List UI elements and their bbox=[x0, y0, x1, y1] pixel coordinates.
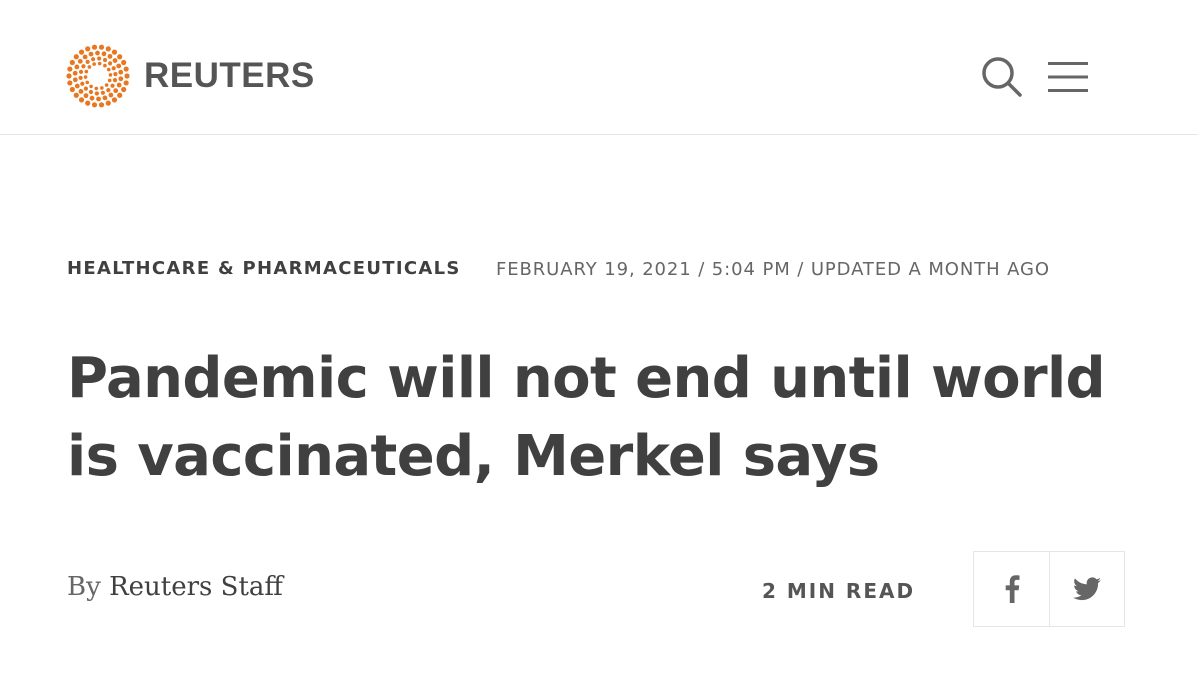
share-buttons bbox=[973, 551, 1125, 627]
logo-dot bbox=[85, 46, 91, 52]
logo-dot bbox=[102, 57, 108, 63]
twitter-icon bbox=[1073, 577, 1101, 601]
logo-dot bbox=[112, 58, 118, 63]
logo-dot bbox=[87, 65, 92, 69]
logo-dot bbox=[72, 77, 78, 83]
logo-dot bbox=[77, 58, 83, 64]
logo-dot bbox=[83, 86, 88, 91]
logo-dot bbox=[107, 78, 112, 83]
logo-dot bbox=[123, 80, 129, 86]
logo-dot bbox=[101, 51, 107, 57]
logo-dot bbox=[100, 86, 104, 90]
logo-dot bbox=[78, 69, 84, 74]
logo-dot bbox=[105, 100, 111, 106]
logo-dot bbox=[83, 75, 88, 79]
logo-dot bbox=[92, 62, 96, 66]
logo-dot bbox=[103, 63, 107, 68]
logo-dot bbox=[112, 78, 118, 83]
logo-dot bbox=[116, 63, 122, 69]
logo-dot bbox=[95, 50, 100, 56]
facebook-icon bbox=[1005, 575, 1019, 603]
logo-dot bbox=[67, 66, 73, 72]
logo-dot bbox=[123, 66, 129, 72]
author-link[interactable]: Reuters Staff bbox=[109, 572, 283, 602]
logo-dot bbox=[102, 95, 108, 101]
logo-dot bbox=[91, 102, 98, 108]
logo-dot bbox=[73, 54, 79, 60]
logo-dot bbox=[113, 72, 118, 77]
logo-dot bbox=[84, 69, 89, 74]
facebook-share-button[interactable] bbox=[974, 552, 1049, 626]
category-link[interactable]: HEALTHCARE & PHARMACEUTICALS bbox=[67, 258, 461, 279]
logo-dot bbox=[117, 92, 123, 98]
brand-name: REUTERS bbox=[144, 56, 315, 95]
logo-dot bbox=[73, 92, 79, 98]
hamburger-menu-icon[interactable] bbox=[1048, 60, 1088, 94]
logo-dot bbox=[72, 70, 78, 76]
logo-dot bbox=[78, 49, 85, 55]
search-icon[interactable] bbox=[981, 56, 1023, 98]
logo-dot bbox=[81, 64, 86, 69]
logo-dot bbox=[83, 93, 89, 99]
logo-dot bbox=[88, 89, 94, 95]
logo-dot bbox=[69, 86, 75, 93]
logo-dot bbox=[89, 95, 95, 101]
logo-dot bbox=[97, 61, 102, 66]
logo-dot bbox=[111, 97, 118, 103]
reuters-dot-circle-logo-icon bbox=[66, 44, 130, 108]
logo-dot bbox=[69, 59, 75, 66]
logo-dot bbox=[85, 80, 90, 85]
logo-dot bbox=[97, 56, 102, 61]
logo-dot bbox=[78, 97, 85, 103]
logo-dot bbox=[98, 44, 105, 50]
logo-dot bbox=[85, 100, 91, 106]
logo-dot bbox=[111, 49, 118, 55]
logo-dot bbox=[111, 66, 116, 71]
logo-dot bbox=[78, 89, 84, 94]
logo-dot bbox=[108, 73, 113, 77]
logo-dot bbox=[74, 64, 80, 70]
logo-dot bbox=[118, 76, 124, 82]
logo-dot bbox=[108, 61, 113, 66]
logo-dot bbox=[91, 44, 98, 50]
logo-dot bbox=[91, 57, 96, 62]
logo-dot bbox=[110, 83, 115, 88]
logo-dot bbox=[80, 81, 85, 86]
logo-dot bbox=[117, 54, 123, 60]
read-time: 2 MIN READ bbox=[762, 579, 916, 603]
article-dateline: FEBRUARY 19, 2021 / 5:04 PM / UPDATED A … bbox=[496, 259, 1050, 280]
reuters-logo[interactable]: REUTERS bbox=[66, 44, 315, 108]
logo-dot bbox=[74, 83, 80, 89]
logo-dot bbox=[107, 53, 113, 59]
article-meta: HEALTHCARE & PHARMACEUTICALS bbox=[67, 258, 461, 279]
article-headline: Pandemic will not end until world is vac… bbox=[67, 346, 1106, 489]
byline-prefix: By bbox=[67, 572, 101, 602]
logo-dot bbox=[89, 84, 93, 89]
logo-dot bbox=[106, 88, 111, 93]
site-header: REUTERS bbox=[0, 0, 1198, 135]
logo-dot bbox=[124, 73, 130, 79]
logo-dot bbox=[108, 92, 114, 98]
logo-dot bbox=[100, 90, 105, 95]
logo-dot bbox=[98, 102, 105, 108]
logo-dot bbox=[66, 73, 72, 79]
logo-dot bbox=[105, 46, 111, 52]
logo-dot bbox=[96, 96, 101, 102]
logo-dot bbox=[113, 88, 119, 94]
logo-dot bbox=[116, 82, 122, 88]
twitter-share-button[interactable] bbox=[1049, 552, 1124, 626]
logo-dot bbox=[121, 86, 127, 93]
logo-dot bbox=[118, 69, 124, 75]
logo-dot bbox=[85, 59, 90, 64]
logo-dot bbox=[88, 51, 94, 57]
logo-dot bbox=[121, 59, 127, 66]
logo-dot bbox=[82, 54, 88, 60]
logo-dot bbox=[106, 67, 111, 72]
logo-dot bbox=[104, 83, 109, 87]
byline: By Reuters Staff bbox=[67, 572, 283, 602]
logo-dot bbox=[94, 91, 99, 96]
logo-dot bbox=[78, 75, 83, 80]
logo-dot bbox=[67, 80, 73, 86]
logo-dot bbox=[94, 86, 99, 91]
